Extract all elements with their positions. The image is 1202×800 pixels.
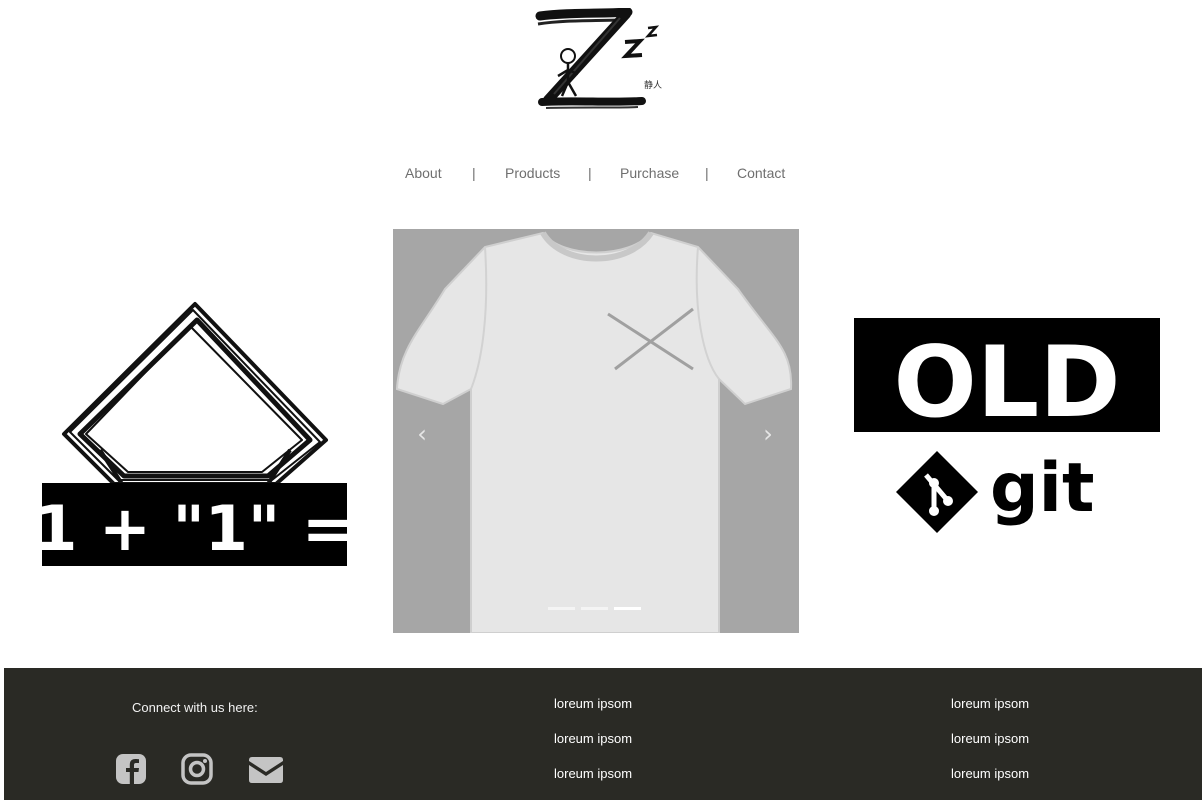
footer-link[interactable]: loreum ipsom [554,766,632,781]
product-carousel[interactable]: ‹ › [393,229,799,633]
chevron-left-icon: ‹ [417,420,427,448]
footer-link[interactable]: loreum ipsom [554,731,632,746]
nav-link-about[interactable]: About [405,165,442,181]
chevron-right-icon: › [763,420,773,448]
nav-link-contact[interactable]: Contact [737,165,785,181]
facebook-icon [116,754,146,784]
nav-link-products[interactable]: Products [505,165,560,181]
nav-link-purchase[interactable]: Purchase [620,165,679,181]
old-badge-text: OLD [893,326,1120,440]
git-icon [895,450,979,534]
footer-link[interactable]: loreum ipsom [951,766,1029,781]
instagram-icon [181,753,213,785]
promo-right-graphic[interactable]: OLD git [850,315,1162,540]
footer-link[interactable]: loreum ipsom [951,731,1029,746]
diamond-graphic: 1 + "1" = [34,302,354,566]
facebook-link[interactable] [114,752,150,788]
main-nav: About | Products | Purchase | Contact [0,165,1202,185]
footer-connect-heading: Connect with us here: [132,700,258,715]
equation-text: 1 + "1" = [40,492,350,565]
carousel-indicator[interactable] [548,607,575,610]
promo-left-graphic[interactable]: 1 + "1" = [34,300,354,570]
logo-caption: 静人 [644,81,663,91]
envelope-icon [249,757,283,783]
email-link[interactable] [246,752,283,788]
git-brand-text: git [990,449,1095,528]
instagram-link[interactable] [180,752,216,788]
site-footer: Connect with us here: loreum ipsom loreu… [4,668,1202,800]
carousel-next-button[interactable]: › [753,419,783,449]
old-git-graphic: OLD git [854,318,1160,534]
logo-graphic [535,7,660,109]
tshirt-image [393,229,799,633]
nav-separator: | [705,165,709,181]
carousel-indicators [548,607,648,613]
footer-link[interactable]: loreum ipsom [951,696,1029,711]
carousel-prev-button[interactable]: ‹ [407,419,437,449]
site-logo[interactable]: 静人 [530,7,680,112]
carousel-indicator[interactable] [581,607,608,610]
carousel-indicator-active[interactable] [614,607,641,610]
nav-separator: | [472,165,476,181]
nav-separator: | [588,165,592,181]
footer-link[interactable]: loreum ipsom [554,696,632,711]
page: 静人 About | Products | Purchase | Contact… [0,0,1202,800]
